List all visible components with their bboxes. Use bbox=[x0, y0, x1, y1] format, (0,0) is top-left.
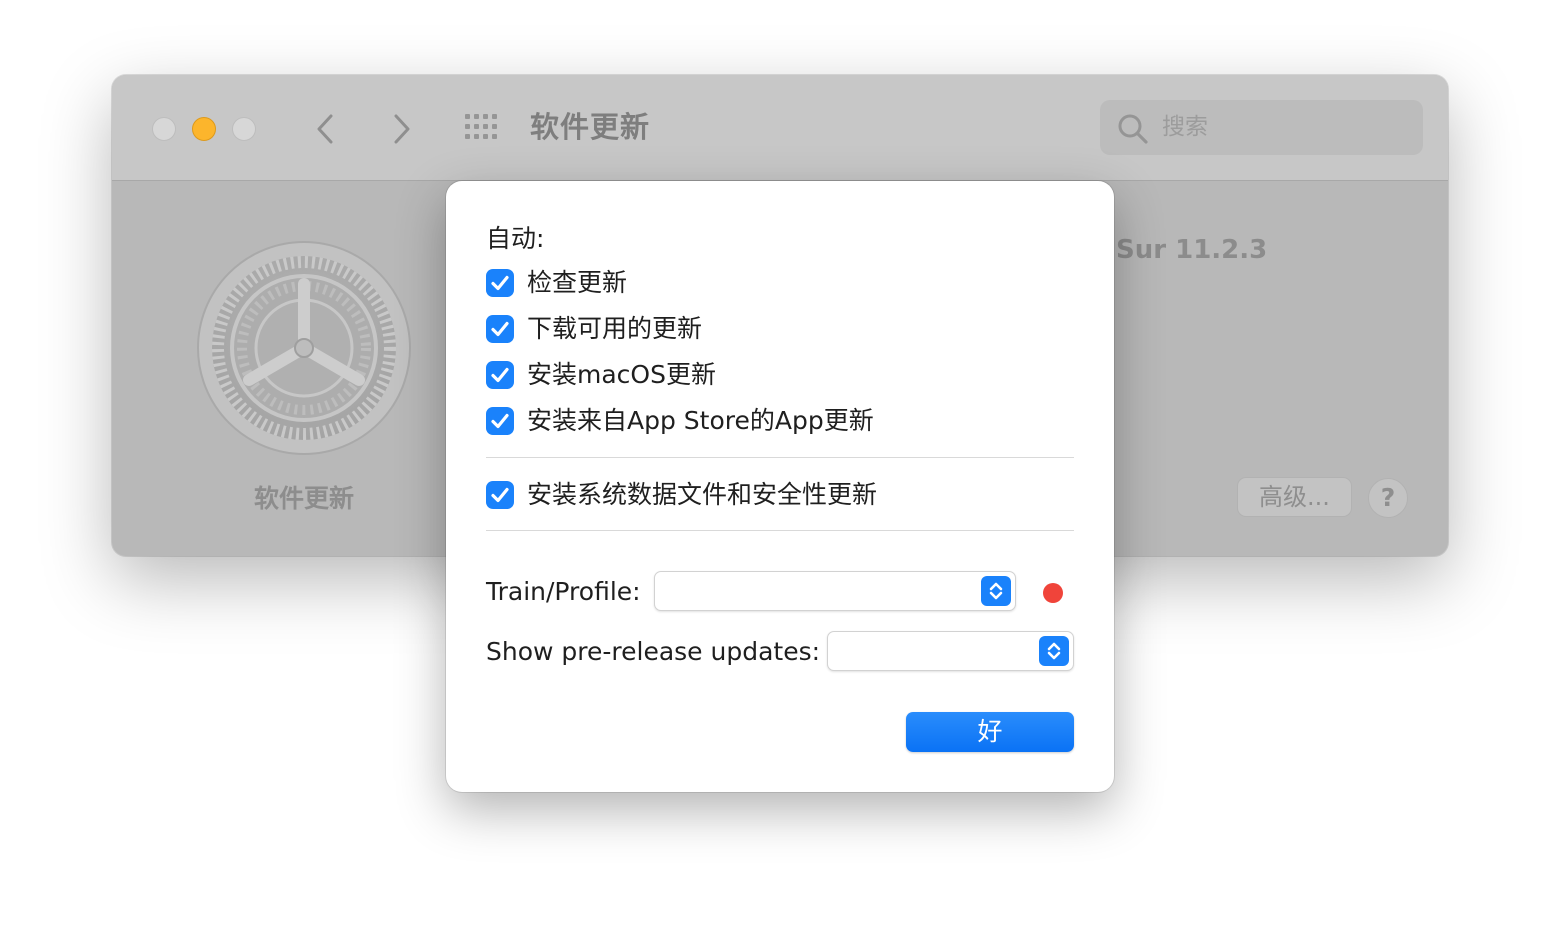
title-bar: 软件更新 搜索 bbox=[112, 75, 1448, 181]
chevron-right-icon[interactable] bbox=[386, 111, 416, 147]
checkbox-checked-icon[interactable] bbox=[486, 269, 514, 297]
auto-update-sheet: 自动: 检查更新 下载可用的更新 安装macOS更新 安装来自App Store… bbox=[446, 181, 1114, 792]
divider bbox=[486, 457, 1074, 458]
search-placeholder: 搜索 bbox=[1162, 114, 1208, 140]
zoom-button[interactable] bbox=[232, 117, 256, 141]
checkbox-checked-icon[interactable] bbox=[486, 361, 514, 389]
checkbox-label: 安装系统数据文件和安全性更新 bbox=[527, 480, 878, 509]
divider bbox=[486, 530, 1074, 531]
train-profile-label: Train/Profile: bbox=[486, 577, 641, 606]
prerelease-select[interactable] bbox=[827, 631, 1074, 671]
checkbox-checked-icon[interactable] bbox=[486, 481, 514, 509]
automatic-section-label: 自动: bbox=[486, 224, 545, 253]
train-profile-select[interactable] bbox=[654, 571, 1016, 611]
checkbox-label: 安装macOS更新 bbox=[527, 360, 716, 389]
popup-arrows-icon[interactable] bbox=[981, 576, 1011, 606]
search-icon bbox=[1118, 114, 1148, 144]
search-field[interactable]: 搜索 bbox=[1100, 100, 1423, 155]
popup-arrows-icon[interactable] bbox=[1039, 636, 1069, 666]
checkbox-label: 安装来自App Store的App更新 bbox=[527, 406, 874, 435]
checkbox-label: 下载可用的更新 bbox=[527, 314, 703, 343]
minimize-button[interactable] bbox=[192, 117, 216, 141]
ok-button[interactable]: 好 bbox=[906, 712, 1074, 752]
os-version-text: Sur 11.2.3 bbox=[1116, 235, 1268, 265]
status-dot bbox=[1043, 583, 1063, 603]
checkbox-checked-icon[interactable] bbox=[486, 407, 514, 435]
sidebar-app-label: 软件更新 bbox=[253, 484, 354, 513]
checkbox-checked-icon[interactable] bbox=[486, 315, 514, 343]
grid-icon[interactable] bbox=[464, 113, 500, 141]
prerelease-label: Show pre-release updates: bbox=[486, 637, 821, 666]
gear-icon bbox=[197, 241, 411, 455]
checkbox-label: 检查更新 bbox=[527, 268, 628, 297]
close-button[interactable] bbox=[152, 117, 176, 141]
chevron-left-icon[interactable] bbox=[311, 111, 341, 147]
help-button[interactable]: ? bbox=[1368, 478, 1408, 518]
window-title: 软件更新 bbox=[530, 110, 651, 144]
advanced-button[interactable]: 高级... bbox=[1237, 477, 1352, 517]
